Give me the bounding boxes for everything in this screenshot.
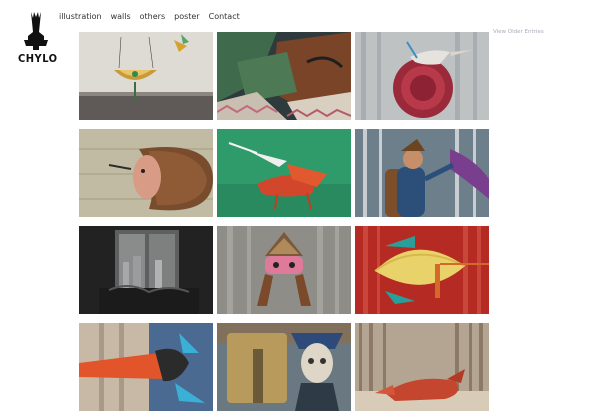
gallery-tile[interactable] (79, 323, 213, 411)
site-logo[interactable]: CHYLO (18, 10, 58, 65)
gallery-tile[interactable] (217, 129, 351, 217)
nav-contact[interactable]: Contact (209, 12, 240, 21)
gallery-image (355, 323, 489, 411)
gallery-tile[interactable] (79, 32, 213, 120)
gallery-tile[interactable] (217, 323, 351, 411)
gallery-tile[interactable] (355, 32, 489, 120)
gallery-tile[interactable] (217, 32, 351, 120)
gallery-image (79, 129, 213, 217)
gallery-image (79, 226, 213, 314)
gallery-image (217, 323, 351, 411)
gallery-tile[interactable] (79, 129, 213, 217)
older-entries-link[interactable]: View Older Entries (493, 29, 544, 35)
gallery-tile[interactable] (217, 226, 351, 314)
gallery-image (355, 226, 489, 314)
nav-others[interactable]: others (140, 12, 165, 21)
gallery-image (79, 32, 213, 120)
gallery-tile[interactable] (79, 226, 213, 314)
gallery-tile[interactable] (355, 129, 489, 217)
gallery-tile[interactable] (355, 226, 489, 314)
gallery-image (217, 32, 351, 120)
chess-rook-figure-icon (24, 12, 48, 50)
gallery-tile[interactable] (355, 323, 489, 411)
gallery-image (355, 129, 489, 217)
gallery-grid (79, 32, 489, 411)
main-nav: illustration walls others poster Contact (59, 12, 240, 21)
nav-illustration[interactable]: illustration (59, 12, 102, 21)
gallery-image (79, 323, 213, 411)
nav-poster[interactable]: poster (174, 12, 200, 21)
gallery-image (355, 32, 489, 120)
gallery-image (217, 129, 351, 217)
nav-walls[interactable]: walls (111, 12, 131, 21)
logo-text: CHYLO (18, 52, 58, 65)
gallery-image (217, 226, 351, 314)
